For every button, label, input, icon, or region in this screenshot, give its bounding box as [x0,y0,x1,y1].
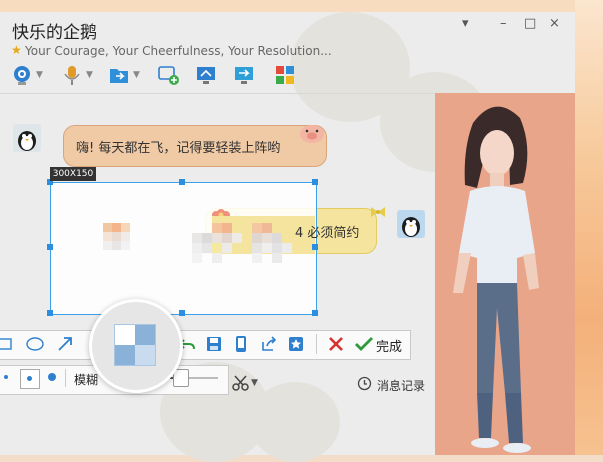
chevron-down-icon[interactable]: ▼ [36,70,43,80]
brush-size-small[interactable] [4,375,8,379]
phone-icon[interactable] [233,336,249,352]
star-icon: ★ [11,43,22,57]
toolbar-divider [65,369,66,387]
bow-icon [370,204,386,223]
apps-grid-icon[interactable] [274,64,296,86]
clock-icon [357,376,372,395]
background-flower-shape [250,382,340,462]
resize-handle[interactable] [179,310,185,316]
page-background-top [0,0,603,12]
window-title: 快乐的企鹅 [12,23,97,43]
cancel-icon[interactable] [328,336,344,352]
arrow-icon[interactable] [57,336,73,352]
resize-handle[interactable] [312,244,318,250]
confirm-icon[interactable] [355,336,373,352]
resize-handle[interactable] [179,179,185,185]
mosaic-blur [192,223,302,277]
resize-handle[interactable] [312,179,318,185]
scissors-icon[interactable] [232,374,250,396]
close-icon[interactable]: × [549,16,560,31]
chevron-down-icon[interactable]: ▼ [86,70,93,80]
avatar[interactable] [397,210,425,238]
selection-size-label: 300X150 [50,167,96,181]
resize-handle[interactable] [47,310,53,316]
desktop-background-strip [575,0,603,455]
remote-assist-icon[interactable] [157,64,179,86]
resize-handle[interactable] [312,310,318,316]
microphone-icon[interactable] [61,64,83,86]
resize-handle[interactable] [47,244,53,250]
menu-dropdown-icon[interactable]: ▾ [462,16,469,31]
character-illustration [435,93,575,455]
screen-share-icon[interactable] [195,64,217,86]
window-subtitle: Your Courage, Your Cheerfulness, Your Re… [25,44,332,58]
done-button[interactable]: 完成 [376,336,402,355]
file-transfer-icon[interactable] [108,64,130,86]
blur-label: 模糊 [74,373,99,387]
message-text: 嗨! 每天都在飞，记得要轻装上阵哟 [76,141,281,156]
toolbar-divider [316,334,317,354]
rectangle-icon[interactable] [0,336,12,352]
ellipse-icon[interactable] [26,336,44,352]
share-icon[interactable] [261,336,277,352]
chevron-down-icon[interactable]: ▼ [133,70,140,80]
message-text: 4 必须简约 [295,226,360,241]
screen-present-icon[interactable] [233,64,255,86]
favorite-icon[interactable] [288,336,304,352]
chevron-down-icon[interactable]: ▼ [251,378,258,388]
brush-size-medium-dot [27,376,32,381]
avatar[interactable] [13,124,41,152]
message-history-button[interactable]: 消息记录 [377,377,425,394]
save-icon[interactable] [206,336,222,352]
minimize-icon[interactable]: – [500,16,507,31]
maximize-icon[interactable]: □ [524,16,536,31]
webcam-icon[interactable] [11,64,33,86]
pig-icon [298,122,326,148]
brush-size-large[interactable] [48,373,56,381]
mosaic-blur [103,223,143,265]
mosaic-icon[interactable] [114,324,156,366]
